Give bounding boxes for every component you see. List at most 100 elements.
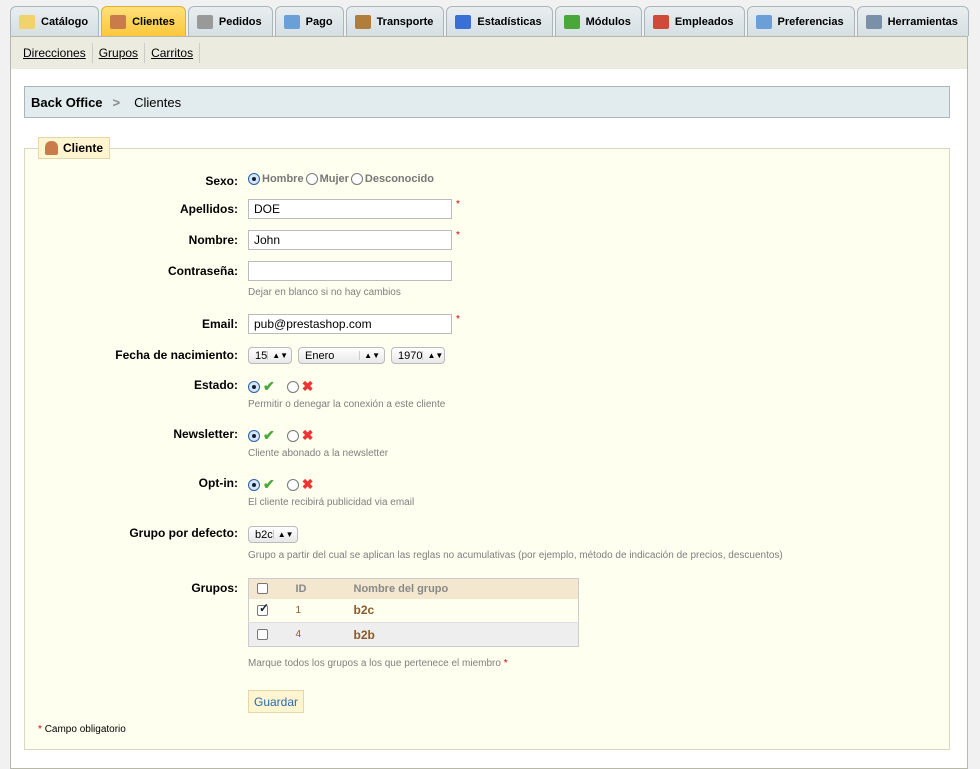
tab-label: Transporte xyxy=(376,15,434,28)
employee-icon xyxy=(652,14,669,29)
radio-hombre[interactable] xyxy=(248,173,260,185)
required-mark: * xyxy=(456,229,460,241)
subnav-direcciones[interactable]: Direcciones xyxy=(17,43,93,63)
tab-estadísticas[interactable]: Estadísticas xyxy=(446,6,553,36)
select-value: 1970 xyxy=(398,349,423,362)
breadcrumb-root[interactable]: Back Office xyxy=(31,95,103,110)
optin-yes-radio[interactable] xyxy=(248,478,260,491)
group-checkbox-b2b[interactable] xyxy=(257,629,268,641)
check-icon: ✔ xyxy=(263,378,275,394)
optin-hint: El cliente recibirá publicidad via email xyxy=(248,497,415,508)
tab-pedidos[interactable]: Pedidos xyxy=(187,6,273,36)
select-all-checkbox[interactable] xyxy=(257,583,268,595)
groups-hint: Marque todos los grupos a los que perten… xyxy=(248,658,508,669)
group-name: b2c xyxy=(353,603,375,618)
select-arrows-icon: ▲▼ xyxy=(359,351,384,360)
user-icon xyxy=(45,141,58,155)
nombre-input[interactable] xyxy=(248,230,452,250)
radio-label: Desconocido xyxy=(364,173,434,185)
radio-desconocido[interactable] xyxy=(350,173,363,185)
fieldset-legend: Cliente xyxy=(38,137,111,159)
tab-label: Estadísticas xyxy=(477,15,542,28)
tab-herramientas[interactable]: Herramientas xyxy=(856,6,969,36)
sub-navigation: Direcciones Grupos Carritos xyxy=(10,36,968,70)
required-mark: * xyxy=(456,313,460,325)
tab-label: Catálogo xyxy=(41,15,89,28)
select-value: Enero xyxy=(305,349,335,362)
tab-label: Empleados xyxy=(674,15,734,28)
tab-pago[interactable]: Pago xyxy=(274,6,344,36)
subnav-grupos[interactable]: Grupos xyxy=(93,43,146,63)
tab-transporte[interactable]: Transporte xyxy=(345,6,445,36)
password-label: Contraseña: xyxy=(167,264,238,278)
tab-clientes[interactable]: Clientes xyxy=(101,6,186,36)
email-label: Email: xyxy=(201,317,238,331)
required-mark: * xyxy=(456,198,460,210)
folder-icon xyxy=(19,14,35,29)
cross-icon: ✖ xyxy=(301,427,314,443)
truck-icon xyxy=(354,14,371,29)
estado-no-radio[interactable] xyxy=(286,380,299,393)
default-group-select[interactable]: b2c ▲▼ xyxy=(248,526,298,543)
tab-label: Pago xyxy=(305,15,333,28)
birthdate-label: Fecha de nacimiento: xyxy=(115,348,238,362)
group-checkbox-b2c[interactable] xyxy=(257,604,268,616)
tab-empleados[interactable]: Empleados xyxy=(643,6,745,36)
default-group-hint: Grupo a partir del cual se aplican las r… xyxy=(248,550,783,561)
group-name: b2b xyxy=(352,622,579,647)
puzzle-icon xyxy=(563,14,580,29)
optin-no-radio[interactable] xyxy=(286,478,299,491)
chevron-right-icon: > xyxy=(112,94,121,110)
estado-label: Estado: xyxy=(193,378,238,392)
save-button[interactable]: Guardar xyxy=(248,690,305,713)
day-select[interactable]: 15 ▲▼ xyxy=(248,347,292,364)
cart-icon xyxy=(196,14,213,29)
newsletter-no-radio[interactable] xyxy=(286,429,299,442)
tab-label: Herramientas xyxy=(887,15,958,28)
select-value: 15 xyxy=(255,349,268,362)
estado-yes-radio[interactable] xyxy=(248,380,260,393)
tab-label: Clientes xyxy=(132,15,175,28)
card-icon xyxy=(283,14,300,29)
group-id: 4 xyxy=(294,622,353,647)
radio-label: Mujer xyxy=(319,173,349,185)
tab-catálogo[interactable]: Catálogo xyxy=(10,6,100,36)
select-arrows-icon: ▲▼ xyxy=(267,351,292,360)
select-arrows-icon: ▲▼ xyxy=(272,530,298,539)
table-row: 4 b2b xyxy=(248,622,579,647)
apellidos-label: Apellidos: xyxy=(179,202,238,216)
cross-icon: ✖ xyxy=(301,378,314,394)
sexo-label: Sexo: xyxy=(205,174,238,188)
sexo-radio-group: Hombre Mujer Desconocido xyxy=(248,173,434,185)
bar-chart-icon xyxy=(455,14,472,29)
select-arrows-icon: ▲▼ xyxy=(422,351,447,360)
year-select[interactable]: 1970 ▲▼ xyxy=(391,347,445,364)
tab-label: Pedidos xyxy=(218,15,262,28)
newsletter-hint: Cliente abonado a la newsletter xyxy=(248,448,389,459)
password-input[interactable] xyxy=(248,261,452,281)
tab-preferencias[interactable]: Preferencias xyxy=(746,6,855,36)
subnav-carritos[interactable]: Carritos xyxy=(145,43,201,63)
newsletter-label: Newsletter: xyxy=(173,427,238,441)
check-icon: ✔ xyxy=(263,427,275,443)
wrench-icon xyxy=(865,14,882,29)
month-select[interactable]: Enero ▲▼ xyxy=(298,347,385,364)
check-icon: ✔ xyxy=(263,476,275,492)
password-hint: Dejar en blanco si no hay cambios xyxy=(248,287,401,298)
tab-label: Módulos xyxy=(585,15,631,28)
apellidos-input[interactable] xyxy=(248,199,452,219)
tab-módulos[interactable]: Módulos xyxy=(554,6,642,36)
email-input[interactable] xyxy=(248,314,452,334)
default-group-label: Grupo por defecto: xyxy=(129,526,238,540)
optin-label: Opt-in: xyxy=(198,476,238,490)
estado-hint: Permitir o denegar la conexión a este cl… xyxy=(248,399,446,410)
cross-icon: ✖ xyxy=(301,476,314,492)
nombre-label: Nombre: xyxy=(188,233,238,247)
select-value: b2c xyxy=(255,528,273,541)
radio-mujer[interactable] xyxy=(305,173,318,185)
newsletter-yes-radio[interactable] xyxy=(248,429,260,442)
breadcrumb: Back Office > Clientes xyxy=(24,86,950,118)
group-id: 1 xyxy=(295,604,302,616)
radio-label: Hombre xyxy=(262,173,304,185)
user-icon xyxy=(110,14,127,29)
